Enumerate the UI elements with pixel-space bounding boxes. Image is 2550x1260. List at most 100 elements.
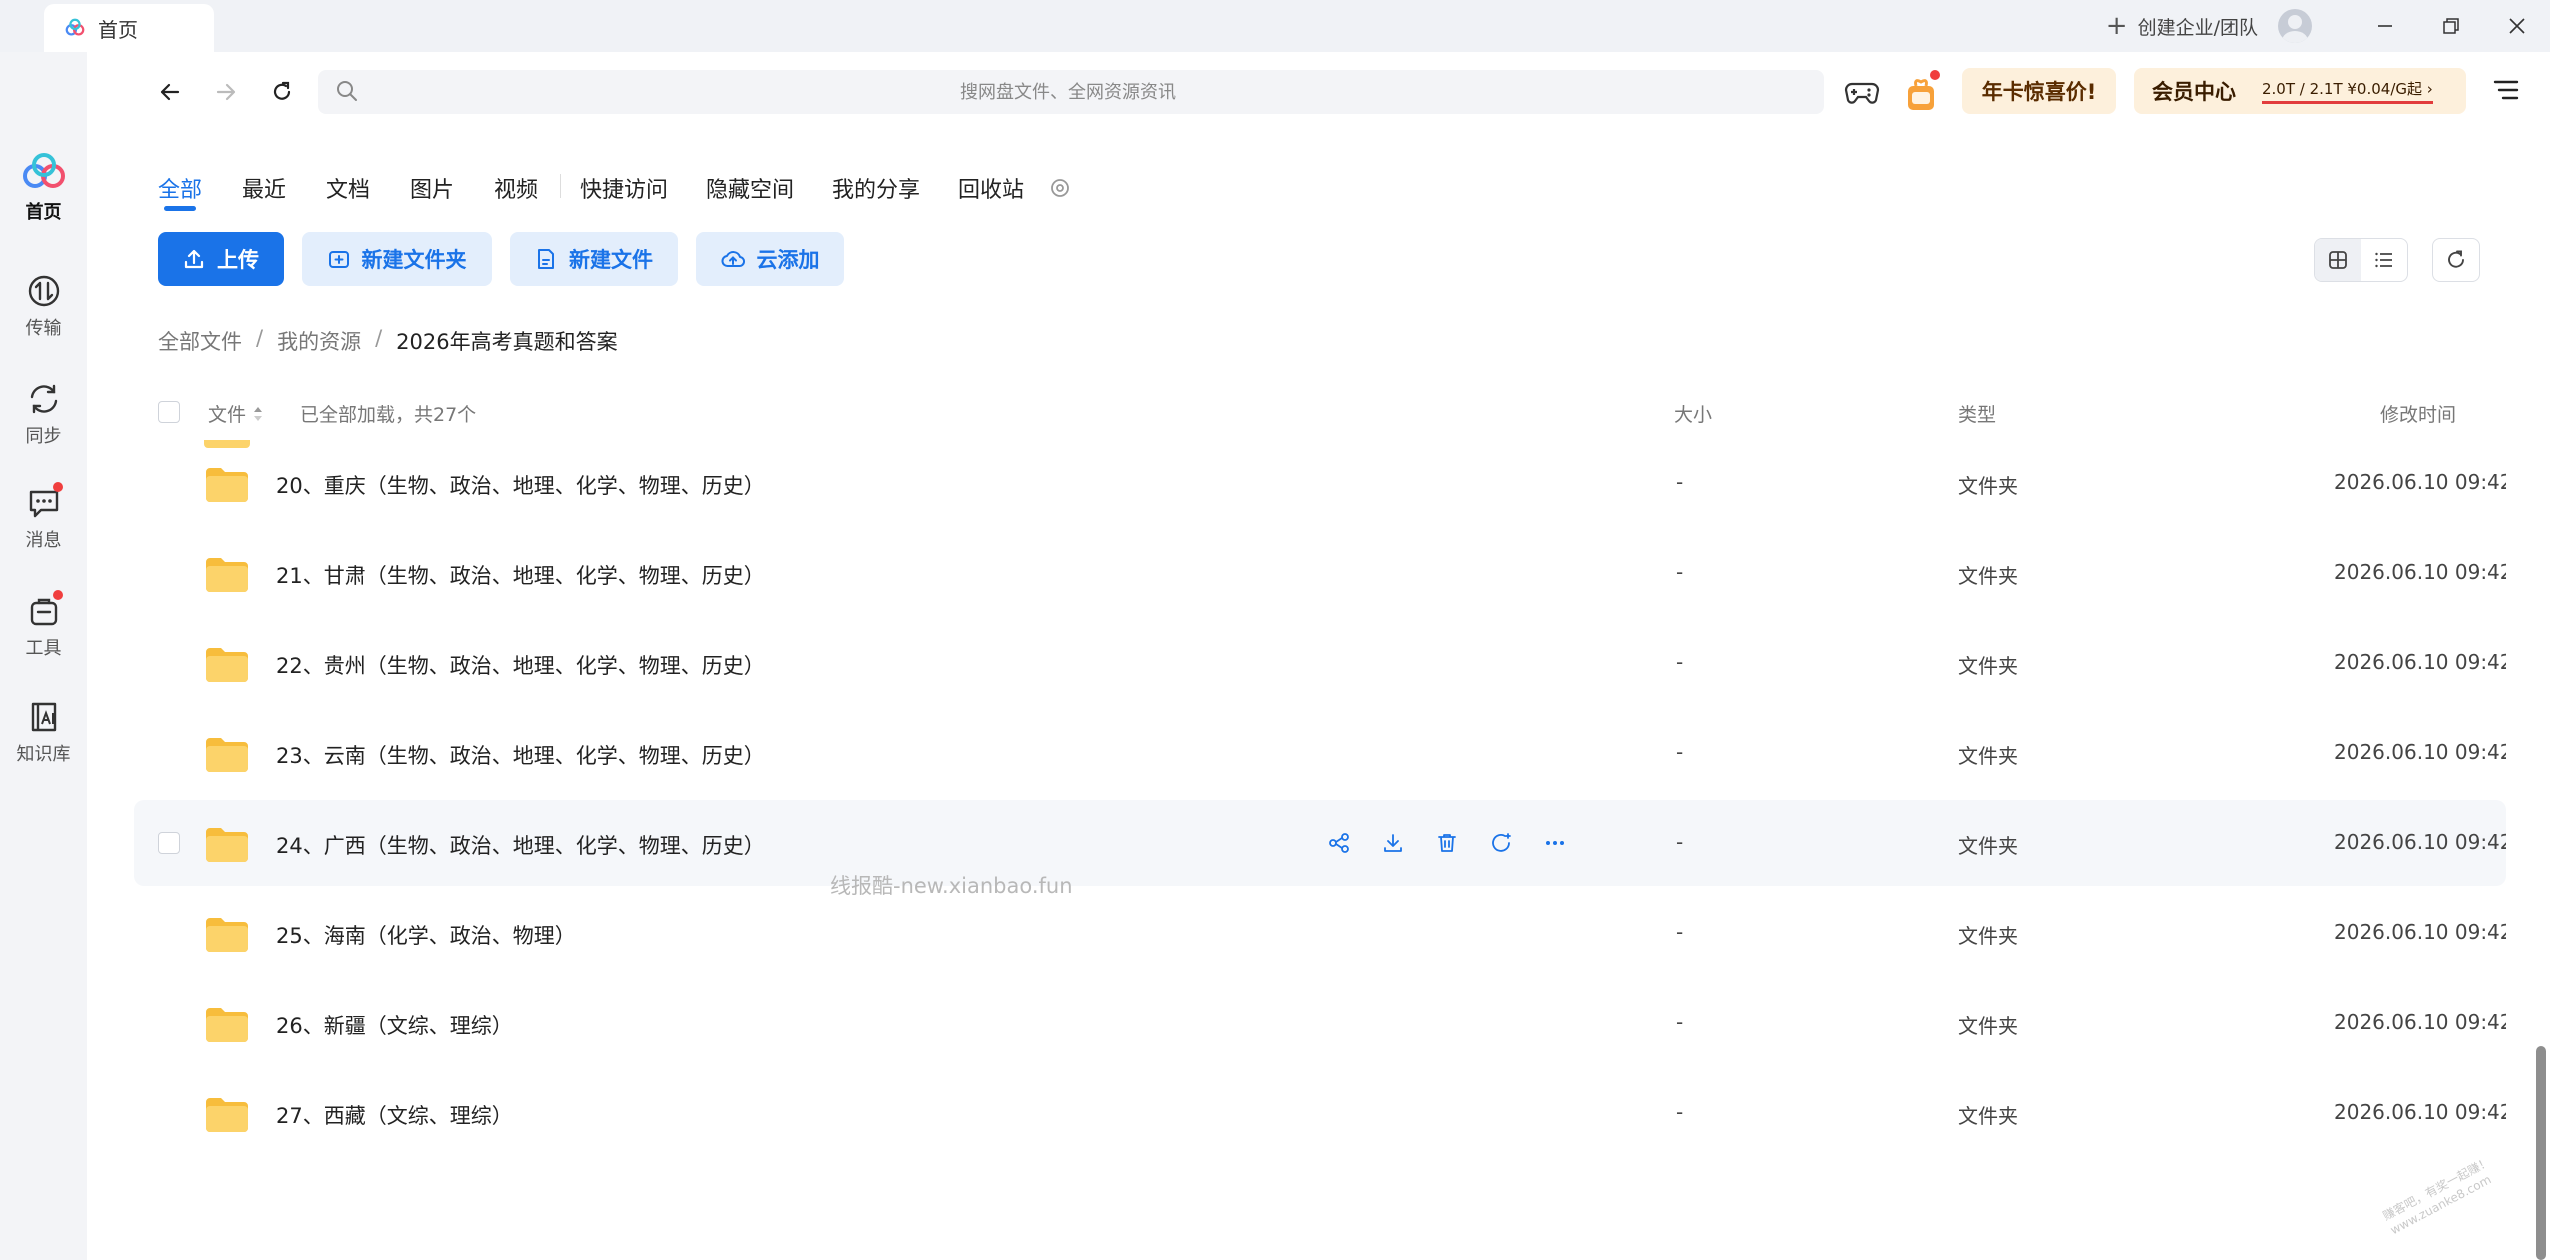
scrollbar-thumb[interactable] [2536, 1046, 2546, 1260]
storage-quota: 2.0T / 2.1T ¥0.04/G起 › [2262, 78, 2433, 104]
tab-images[interactable]: 图片 [410, 172, 454, 204]
avatar[interactable] [2278, 9, 2312, 43]
new-folder-button[interactable]: 新建文件夹 [302, 232, 492, 286]
gamepad-icon[interactable] [1842, 72, 1882, 112]
file-name[interactable]: 22、贵州（生物、政治、地理、化学、物理、历史） [276, 650, 765, 680]
sidebar-label-home: 首页 [25, 202, 62, 223]
sidebar-item-home[interactable]: 首页 [0, 152, 87, 224]
arrow-right-icon [216, 83, 236, 101]
forward-button[interactable] [206, 72, 246, 112]
file-size: - [1676, 740, 1684, 764]
search-input[interactable] [368, 70, 1768, 114]
table-row[interactable]: 21、甘肃（生物、政治、地理、化学、物理、历史） - 文件夹 2026.06.10 0… [134, 530, 2506, 616]
tab-documents[interactable]: 文档 [326, 172, 370, 204]
folder-icon [206, 558, 248, 592]
tab-my-shares[interactable]: 我的分享 [832, 172, 920, 204]
more-button[interactable] [1540, 828, 1570, 858]
tab-videos[interactable]: 视频 [494, 172, 538, 204]
refresh-list-button[interactable] [2432, 238, 2480, 282]
file-size: - [1676, 560, 1684, 584]
menu-icon[interactable] [2490, 74, 2522, 106]
sidebar-item-knowledge-base[interactable]: 知识库 [0, 700, 87, 766]
gift-button[interactable] [1902, 70, 1942, 114]
upload-button[interactable]: 上传 [158, 232, 284, 286]
tab-quick-access[interactable]: 快捷访问 [580, 172, 668, 204]
file-modified: 2026.06.10 09:42 [2334, 650, 2506, 674]
grid-view-icon [2329, 251, 2347, 269]
sort-icon [254, 406, 263, 421]
folder-icon [206, 648, 248, 682]
grid-view-button[interactable] [2315, 239, 2361, 281]
new-folder-label: 新建文件夹 [361, 248, 467, 272]
sidebar-item-sync[interactable]: 同步 [0, 382, 87, 448]
file-modified: 2026.06.10 09:42 [2334, 830, 2506, 854]
create-org-button[interactable]: + 创建企业/团队 [2106, 11, 2258, 41]
col-file-label: 文件 [208, 404, 247, 426]
table-row[interactable]: 25、海南（化学、政治、物理） - 文件夹 2026.06.10 09:42 [134, 890, 2506, 976]
tab-recent[interactable]: 最近 [242, 172, 286, 204]
delete-button[interactable] [1432, 828, 1462, 858]
list-view-button[interactable] [2361, 239, 2407, 281]
file-name[interactable]: 23、云南（生物、政治、地理、化学、物理、历史） [276, 740, 765, 770]
back-button[interactable] [150, 72, 190, 112]
breadcrumb-all-files[interactable]: 全部文件 [158, 326, 242, 356]
table-row[interactable]: 24、广西（生物、政治、地理、化学、物理、历史） - 文件夹 2026.06.10 0… [134, 800, 2506, 886]
file-name[interactable]: 27、西藏（文综、理综） [276, 1100, 513, 1130]
file-name[interactable]: 20、重庆（生物、政治、地理、化学、物理、历史） [276, 470, 765, 500]
tab-recycle-bin[interactable]: 回收站 [958, 172, 1024, 204]
select-all-checkbox[interactable] [158, 401, 180, 423]
file-type: 文件夹 [1958, 1014, 2018, 1038]
sidebar-label-knowledge-base: 知识库 [16, 744, 71, 765]
reload-button[interactable] [262, 72, 302, 112]
breadcrumb-my-resources[interactable]: 我的资源 [277, 326, 361, 356]
file-name[interactable]: 26、新疆（文综、理综） [276, 1010, 513, 1040]
cloud-add-button[interactable]: 云添加 [696, 232, 844, 286]
download-button[interactable] [1378, 828, 1408, 858]
message-badge [52, 482, 63, 492]
minimize-button[interactable] [2352, 0, 2418, 52]
tab-settings-icon[interactable] [1048, 176, 1072, 200]
sidebar-item-tools[interactable]: 工具 [0, 590, 87, 660]
restore-button[interactable] [2418, 0, 2484, 52]
upload-label: 上传 [217, 248, 259, 272]
file-name[interactable]: 25、海南（化学、政治、物理） [276, 920, 576, 950]
search-bar [318, 70, 1824, 114]
table-row[interactable]: 23、云南（生物、政治、地理、化学、物理、历史） - 文件夹 2026.06.10 0… [134, 710, 2506, 796]
restore-icon [2443, 18, 2459, 34]
tab-hidden-space[interactable]: 隐藏空间 [706, 172, 794, 204]
share-button[interactable] [1324, 828, 1354, 858]
list-view-icon [2375, 252, 2392, 268]
new-file-button[interactable]: 新建文件 [510, 232, 678, 286]
sidebar: 首页 传输 同步 消息 工具 知识库 [0, 52, 87, 1260]
col-size-header[interactable]: 大小 [1674, 400, 1712, 427]
download-icon [1384, 834, 1402, 852]
file-type: 文件夹 [1958, 834, 2018, 858]
file-name[interactable]: 21、甘肃（生物、政治、地理、化学、物理、历史） [276, 560, 765, 590]
sort-by-name-header[interactable]: 文件 [208, 400, 264, 427]
ai-chat-icon [1492, 833, 1511, 852]
table-row[interactable]: 22、贵州（生物、政治、地理、化学、物理、历史） - 文件夹 2026.06.10 0… [134, 620, 2506, 706]
file-name[interactable]: 24、广西（生物、政治、地理、化学、物理、历史） [276, 830, 765, 860]
search-icon [337, 81, 357, 101]
annual-promo-button[interactable]: 年卡惊喜价! [1962, 68, 2116, 114]
tab-all[interactable]: 全部 [158, 172, 202, 204]
table-row[interactable]: 27、西藏（文综、理综） - 文件夹 2026.06.10 09:42 [134, 1070, 2506, 1156]
table-row[interactable]: 20、重庆（生物、政治、地理、化学、物理、历史） - 文件夹 2026.06.10 0… [134, 440, 2506, 526]
ai-assist-button[interactable] [1486, 828, 1516, 858]
share-icon [1329, 833, 1349, 853]
file-type: 文件夹 [1958, 924, 2018, 948]
sidebar-item-messages[interactable]: 消息 [0, 482, 87, 552]
refresh-icon [2448, 250, 2464, 268]
folder-icon [206, 1098, 248, 1132]
sidebar-item-transfer[interactable]: 传输 [0, 274, 87, 340]
col-type-header[interactable]: 类型 [1958, 400, 1996, 427]
breadcrumb-current: 2026年高考真题和答案 [396, 330, 618, 354]
tab-divider [560, 174, 561, 198]
file-type: 文件夹 [1958, 1104, 2018, 1128]
tab-home[interactable]: 首页 [44, 4, 214, 52]
table-row[interactable]: 26、新疆（文综、理综） - 文件夹 2026.06.10 09:42 [134, 980, 2506, 1066]
col-modified-header[interactable]: 修改时间 [2380, 400, 2456, 427]
close-button[interactable] [2484, 0, 2550, 52]
row-checkbox[interactable] [158, 832, 180, 854]
vip-center-button[interactable]: 会员中心 2.0T / 2.1T ¥0.04/G起 › [2134, 68, 2466, 114]
